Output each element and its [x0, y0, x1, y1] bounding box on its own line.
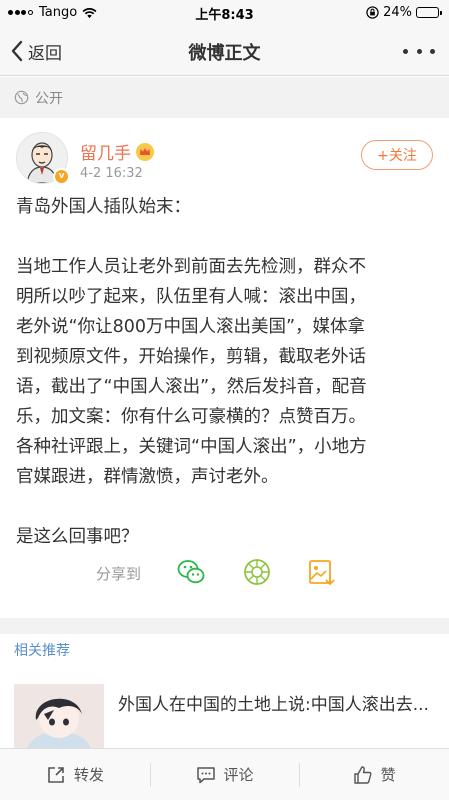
- battery-info: 24%: [366, 5, 442, 20]
- save-image-icon[interactable]: [306, 557, 336, 587]
- visibility-label: 公开: [35, 90, 63, 107]
- more-options-button[interactable]: [403, 40, 435, 62]
- post-text-line: 当地工作人员让老外到前面去先检测，群众不: [16, 257, 366, 277]
- status-bar: Tango 上午8:43 24%: [0, 0, 449, 26]
- comment-button[interactable]: 评论: [149, 749, 300, 800]
- globe-icon: [14, 90, 29, 105]
- share-row: 分享到: [0, 553, 449, 593]
- post-text-line: 老外说“你让800万中国人滚出美国”，媒体拿: [16, 317, 366, 337]
- bottom-toolbar: 转发 评论 赞: [0, 748, 449, 800]
- more-dot: [416, 48, 422, 54]
- repost-label: 转发: [73, 766, 104, 784]
- section-divider: [0, 618, 449, 634]
- follow-button[interactable]: +关注: [361, 140, 433, 170]
- moments-icon[interactable]: [242, 557, 272, 587]
- battery-percent: 24%: [383, 5, 412, 20]
- repost-icon: [48, 766, 64, 783]
- post-text-line: 官媒跟进，群情激愤，声讨老外。: [16, 467, 279, 487]
- like-button[interactable]: 赞: [299, 749, 449, 800]
- repost-button[interactable]: 转发: [0, 749, 150, 800]
- like-label: 赞: [380, 766, 396, 784]
- wechat-icon[interactable]: [176, 557, 206, 587]
- rotation-lock-icon: [366, 6, 379, 19]
- post-text-line: 是这么回事吧？: [16, 527, 139, 547]
- visibility-row: 公开: [0, 77, 449, 118]
- share-label: 分享到: [96, 565, 142, 583]
- related-section-title: 相关推荐: [14, 643, 70, 659]
- post-text-line: 乐，加文案：你有什么可豪横的？点赞百万。: [16, 407, 366, 427]
- nav-bar: 返回 微博正文: [0, 26, 449, 76]
- avatar[interactable]: v: [16, 132, 70, 185]
- post-text-line: 明所以吵了起来，队伍里有人喊：滚出中国，: [16, 287, 366, 307]
- related-thumbnail: [14, 684, 104, 752]
- author-name-text: 留几手: [80, 144, 131, 164]
- vip-crown-icon: [136, 142, 154, 161]
- comment-label: 评论: [223, 766, 254, 784]
- verified-badge-icon: v: [53, 168, 70, 185]
- comment-icon: [196, 766, 215, 783]
- author-name[interactable]: 留几手: [80, 139, 155, 164]
- post-text-line: 青岛外国人插队始末：: [16, 197, 191, 217]
- post-timestamp: 4-2 16:32: [80, 166, 143, 181]
- more-dot: [430, 48, 435, 54]
- post-text-line: 到视频原文件，开始操作，剪辑，截取老外话: [16, 347, 366, 367]
- post-text-line: 各种社评跟上，关键词“中国人滚出”，小地方: [16, 437, 367, 457]
- more-dot: [403, 48, 408, 54]
- page-title: 微博正文: [188, 43, 261, 64]
- battery-icon: [416, 7, 442, 18]
- thumbnail-image: [14, 684, 104, 752]
- post-text-line: 语，截出了“中国人滚出”，然后发抖音，配音: [16, 377, 367, 397]
- related-item[interactable]: 外国人在中国的土地上说:中国人滚出去...: [14, 684, 434, 752]
- post-content: 青岛外国人插队始末： 当地工作人员让老外到前面去先检测，群众不 明所以吵了起来，队伍…: [16, 192, 436, 552]
- thumbs-up-icon: [353, 765, 372, 784]
- related-item-text: 外国人在中国的土地上说:中国人滚出去...: [118, 695, 429, 715]
